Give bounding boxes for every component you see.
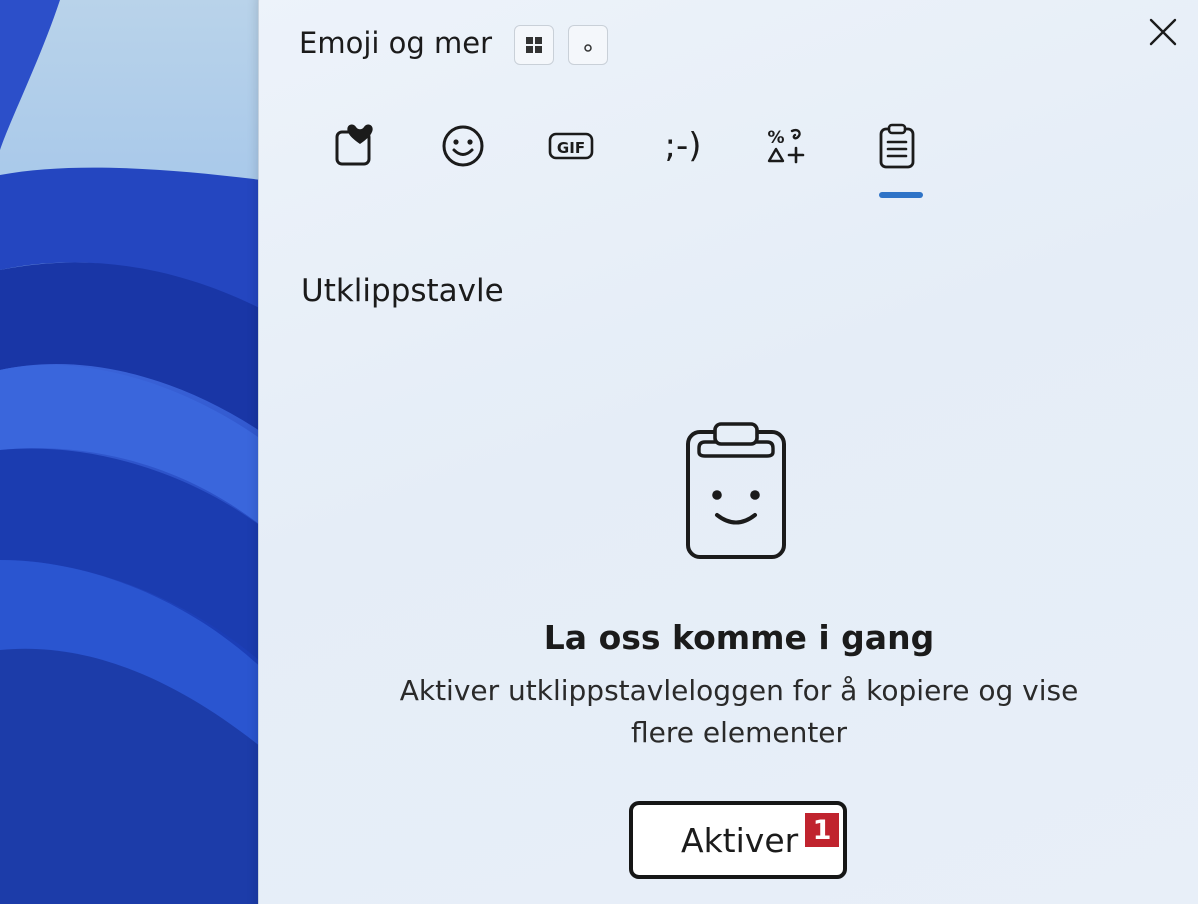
emoji-panel: Emoji og mer GIF ;-) % Utklippstavle La …	[258, 0, 1198, 904]
clipboard-icon	[879, 123, 915, 169]
smiling-clipboard-icon	[686, 422, 786, 559]
tab-clipboard[interactable]	[867, 114, 927, 178]
compact-view-button[interactable]	[568, 25, 608, 65]
empty-state-illustration	[681, 422, 791, 566]
close-icon	[1149, 18, 1177, 46]
empty-state-description: Aktiver utklippstavleloggen for å kopier…	[399, 674, 1079, 749]
gif-label: GIF	[557, 139, 585, 157]
svg-text:%: %	[767, 128, 784, 148]
grid-view-icon	[526, 37, 542, 53]
grid-view-button[interactable]	[514, 25, 554, 65]
selected-tab-indicator	[879, 192, 923, 198]
tab-symbols[interactable]: %	[757, 114, 817, 178]
symbols-icon: %	[767, 128, 805, 164]
favorites-icon	[335, 124, 373, 166]
desktop-wallpaper	[0, 0, 300, 904]
section-title: Utklippstavle	[301, 273, 504, 309]
activate-button-label: Aktiver	[681, 820, 799, 860]
tab-kaomoji[interactable]: ;-)	[650, 114, 716, 178]
tab-emoji[interactable]	[433, 114, 493, 178]
tab-gif[interactable]: GIF	[541, 114, 601, 178]
activate-button[interactable]: Aktiver 1	[629, 801, 847, 879]
category-tabs: GIF ;-) %	[317, 114, 937, 194]
step-marker-badge: 1	[805, 813, 839, 847]
gif-icon: GIF	[548, 132, 594, 160]
close-button[interactable]	[1145, 14, 1181, 50]
empty-state-title: La oss komme i gang	[543, 618, 935, 657]
compact-view-icon	[584, 44, 592, 52]
panel-title: Emoji og mer	[299, 26, 493, 60]
emoji-icon	[442, 125, 484, 167]
kaomoji-icon: ;-)	[664, 126, 702, 166]
tab-favorites[interactable]	[325, 114, 385, 178]
